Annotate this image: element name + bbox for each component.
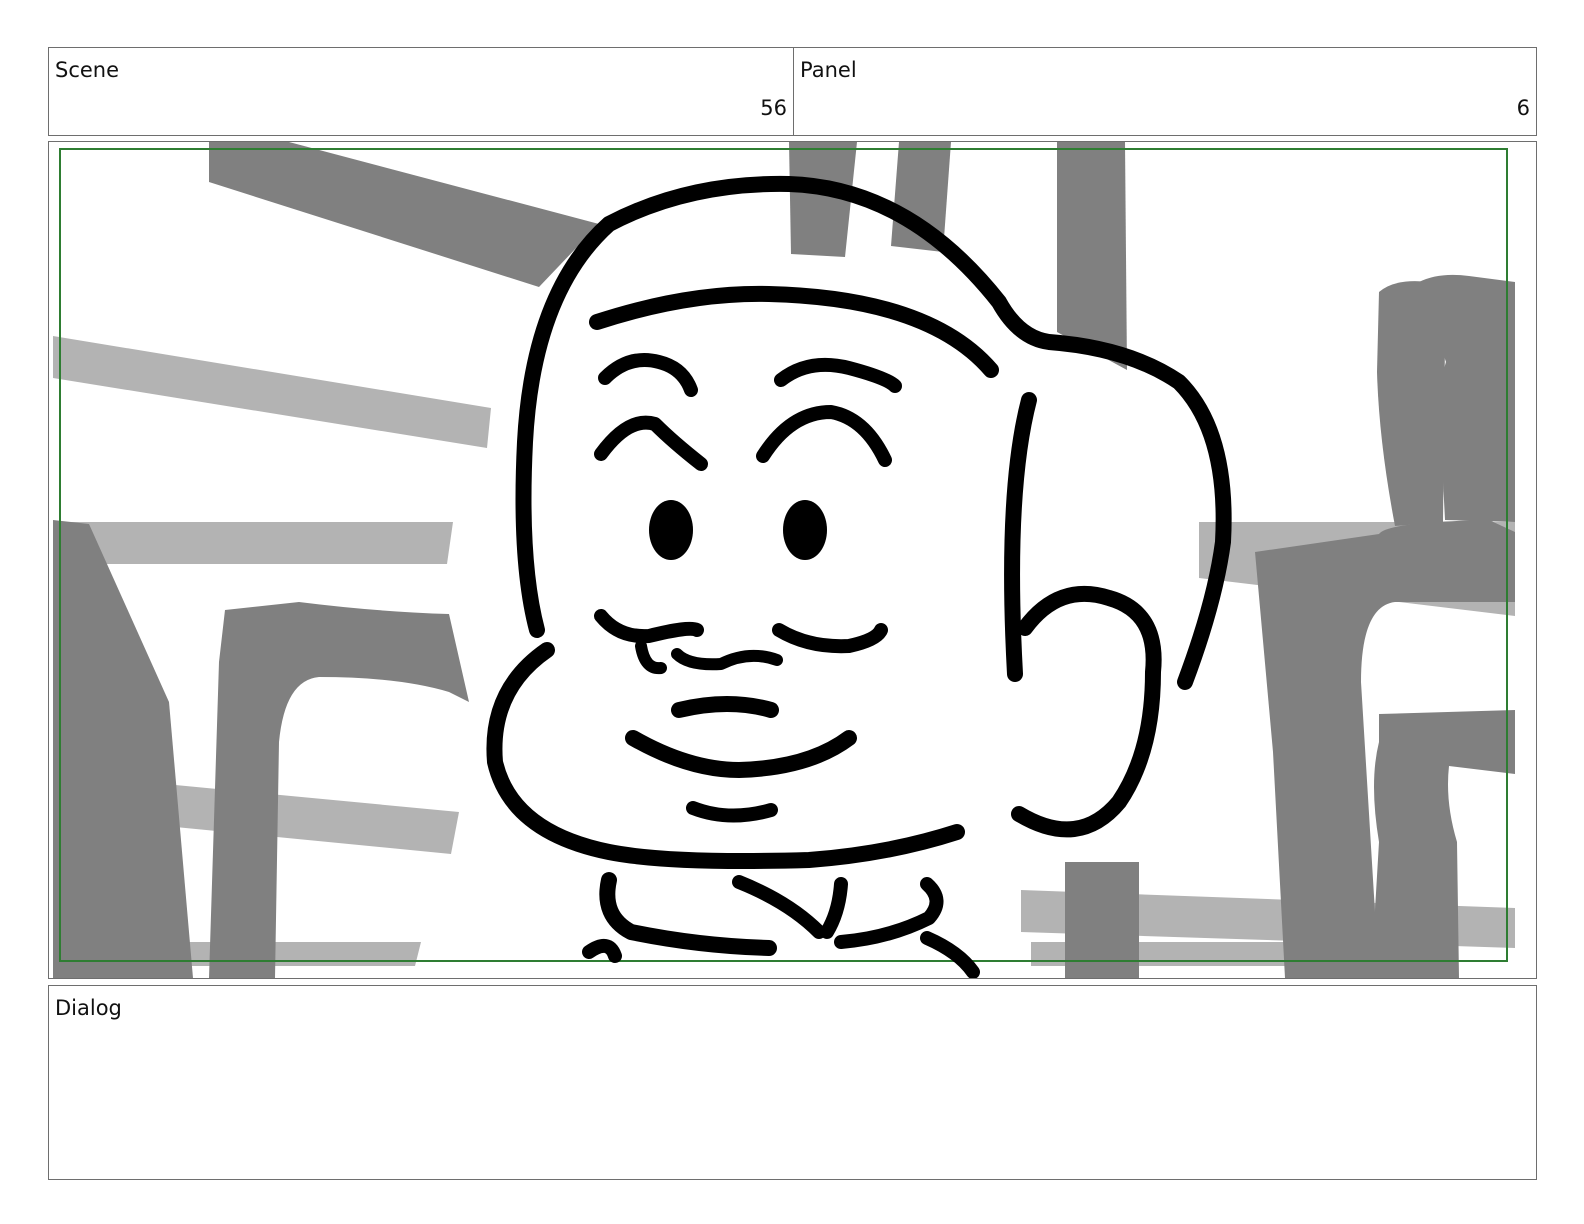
- panel-cell: Panel 6: [794, 48, 1536, 135]
- header-row: Scene 56 Panel 6: [48, 47, 1537, 136]
- dialog-label: Dialog: [55, 996, 122, 1020]
- storyboard-frame[interactable]: [48, 141, 1537, 979]
- scene-cell: Scene 56: [49, 48, 794, 135]
- panel-number[interactable]: 6: [1517, 96, 1530, 120]
- panel-label: Panel: [800, 58, 857, 82]
- storyboard-drawing: [53, 142, 1515, 978]
- scene-label: Scene: [55, 58, 120, 82]
- scene-number[interactable]: 56: [760, 96, 787, 120]
- character-eyes: [649, 500, 827, 560]
- dialog-box[interactable]: Dialog: [48, 985, 1537, 1180]
